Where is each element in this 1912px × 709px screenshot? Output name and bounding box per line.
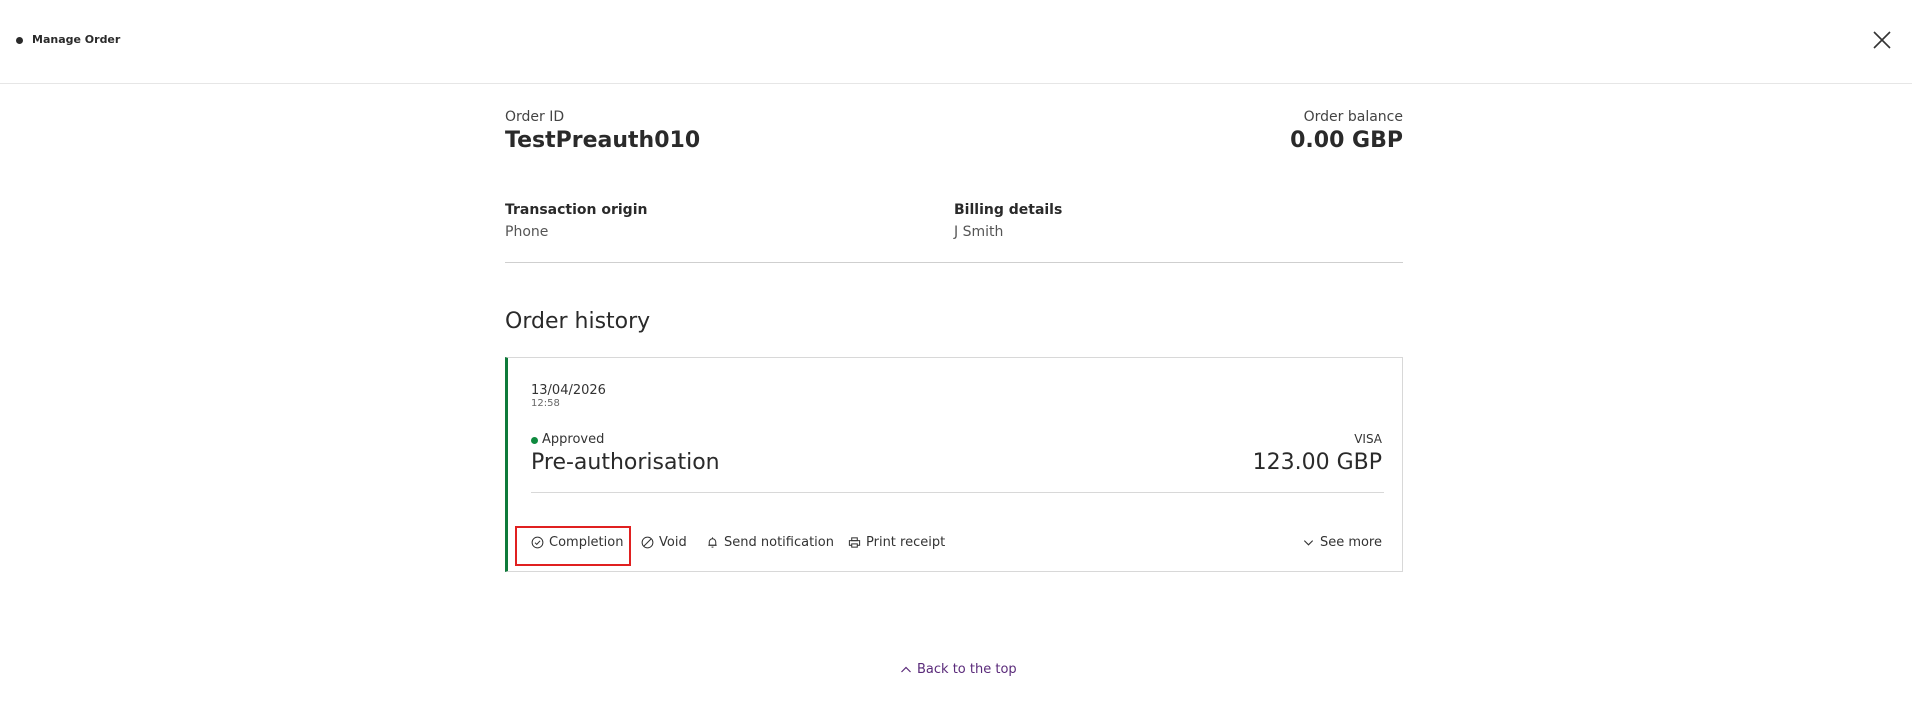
printer-icon (848, 536, 861, 548)
entry-amount: 123.00 GBP (1252, 450, 1382, 475)
status-dot-icon (531, 437, 538, 444)
order-id-value: TestPreauth010 (505, 128, 701, 153)
top-bar: Manage Order (0, 0, 1912, 84)
chevron-down-icon (1303, 539, 1314, 546)
billing-details-value: J Smith (954, 224, 1004, 240)
entry-time: 12:58 (531, 398, 560, 409)
check-circle-icon (531, 536, 544, 548)
entry-status: Approved (542, 432, 605, 447)
entry-card-brand: VISA (1354, 432, 1382, 446)
void-label: Void (659, 534, 687, 550)
see-more-button[interactable]: See more (1302, 532, 1382, 552)
bell-icon (708, 536, 717, 548)
order-id-label: Order ID (505, 109, 565, 125)
billing-details-label: Billing details (954, 202, 1063, 218)
order-balance-label: Order balance (1303, 109, 1403, 125)
order-history-title: Order history (505, 309, 651, 334)
completion-label: Completion (549, 534, 624, 550)
transaction-origin-value: Phone (505, 224, 549, 240)
print-receipt-button[interactable]: Print receipt (848, 532, 945, 552)
section-divider (505, 262, 1403, 263)
history-entry-card: 13/04/2026 12:58 Approved Pre-authorisat… (505, 357, 1403, 572)
see-more-label: See more (1319, 534, 1382, 550)
send-notification-button[interactable]: Send notification (706, 532, 834, 552)
transaction-origin-label: Transaction origin (505, 202, 648, 218)
back-to-top-label: Back to the top (917, 662, 1017, 677)
send-notification-label: Send notification (724, 534, 834, 550)
entry-divider (531, 492, 1384, 493)
void-button[interactable]: Void (641, 532, 687, 552)
prohibited-icon (641, 536, 654, 548)
back-to-top-link[interactable]: Back to the top (900, 662, 1017, 677)
entry-date: 13/04/2026 (531, 383, 606, 398)
print-receipt-label: Print receipt (866, 534, 946, 550)
order-balance-value: 0.00 GBP (1290, 128, 1403, 153)
page-title: Manage Order (32, 33, 121, 46)
entry-transaction-type: Pre-authorisation (531, 450, 720, 475)
chevron-up-icon (901, 666, 911, 672)
completion-button[interactable]: Completion (531, 532, 623, 552)
close-icon[interactable] (1872, 30, 1892, 50)
title-bullet-icon (16, 37, 23, 44)
